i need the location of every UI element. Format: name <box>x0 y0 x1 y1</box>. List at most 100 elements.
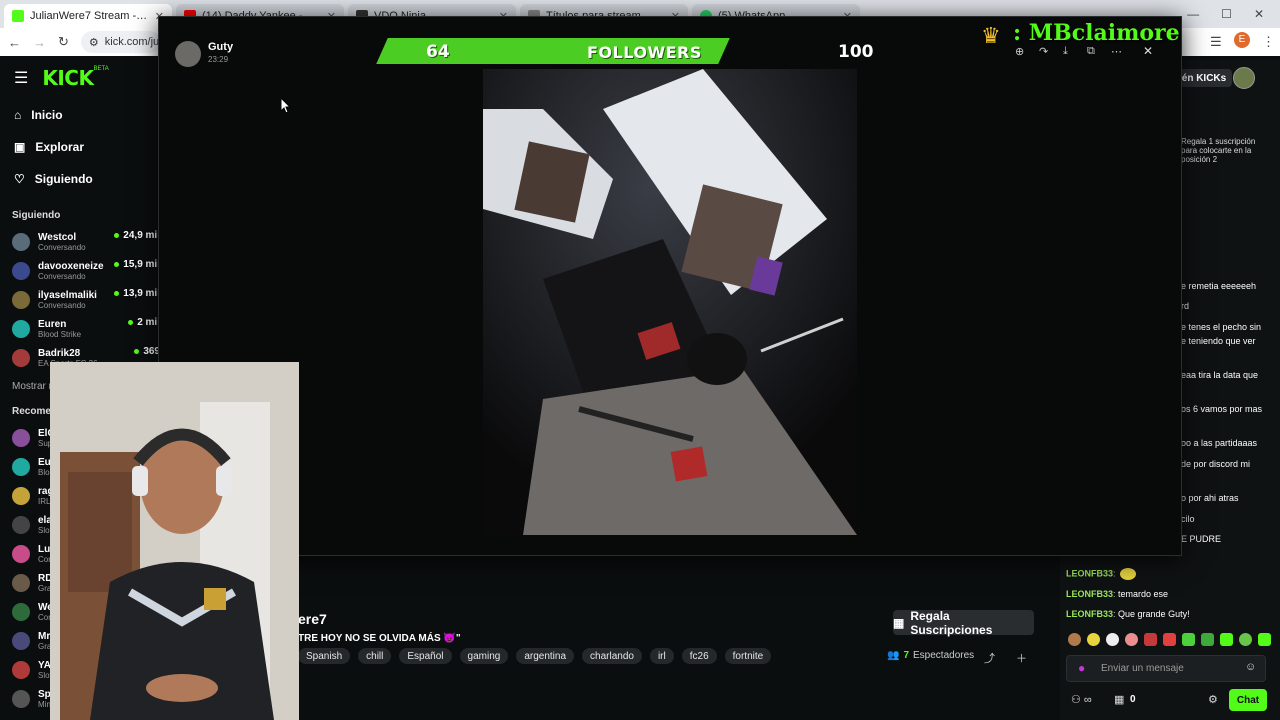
emote-icon[interactable] <box>1106 633 1119 646</box>
avatar <box>12 291 30 309</box>
chat-message-input[interactable]: Enviar un mensaje <box>1066 655 1266 682</box>
hamburger-menu-icon[interactable]: ☰ <box>14 68 28 88</box>
explore-icon: ▣ <box>14 140 26 154</box>
tag[interactable]: Spanish <box>298 648 351 664</box>
emote-icon[interactable] <box>1182 633 1195 646</box>
reload-icon[interactable]: ↻ <box>58 34 69 50</box>
author-avatar[interactable] <box>175 41 201 67</box>
chat-fragment: de por discord mi <box>1181 459 1251 469</box>
emote-icon[interactable] <box>1125 633 1138 646</box>
tag[interactable]: Español <box>399 648 452 664</box>
download-icon[interactable]: ⤓ <box>1063 45 1068 58</box>
share-icon[interactable]: ⤴ <box>984 650 995 666</box>
zoom-in-icon[interactable]: ⊕ <box>1015 45 1024 58</box>
story-author[interactable]: Guty <box>208 41 233 53</box>
top-supporter-name: : MBclaimore <box>1013 20 1180 46</box>
points-count: 0 <box>1130 694 1136 705</box>
send-chat-button[interactable]: Chat <box>1229 689 1267 711</box>
story-photo <box>483 69 857 535</box>
tag[interactable]: irl <box>649 648 674 664</box>
avatar <box>12 661 30 679</box>
menu-icon[interactable]: ⋮ <box>1262 34 1275 50</box>
chat-fragment: os 6 vamos por mas <box>1181 404 1263 414</box>
screen: JulianWere7 Stream - Watch Li ✕ (14) Dad… <box>0 0 1280 720</box>
kick-logo[interactable]: KICKBETA <box>42 66 108 90</box>
user-avatar[interactable] <box>1233 67 1255 89</box>
followers-goal: 100 <box>838 42 874 62</box>
url-field[interactable]: ⚙ kick.com/juli <box>80 31 161 53</box>
browser-tab-kick[interactable]: JulianWere7 Stream - Watch Li ✕ <box>4 4 172 28</box>
rotate-icon[interactable]: ↷ <box>1039 45 1048 58</box>
emote-icon[interactable] <box>1258 633 1271 646</box>
tag[interactable]: fortnite <box>724 648 772 664</box>
more-options-icon[interactable]: ⋯ <box>1111 45 1122 58</box>
chat-fragment: oo a las partidaaas <box>1181 438 1258 448</box>
chat-fragment: e tenes el pecho sin <box>1181 322 1262 332</box>
emote-icon[interactable] <box>1163 633 1176 646</box>
profile-icon[interactable]: E <box>1234 32 1250 48</box>
extensions-icon[interactable]: ☰ <box>1210 34 1222 50</box>
chat-fragment: eaa tira la data que <box>1181 370 1259 380</box>
chat-message: LEONFB33: temardo ese <box>1066 589 1169 599</box>
emoji-icon[interactable]: ☺ <box>1245 661 1256 673</box>
channel-name-heading: ere7 <box>298 611 327 627</box>
avatar <box>12 690 30 708</box>
tag[interactable]: charlando <box>582 648 642 664</box>
emote-icon[interactable] <box>1239 633 1252 646</box>
viewer-count: 13,9 mil <box>114 288 160 299</box>
following-item-westcol[interactable]: Westcol Conversando 24,9 mil <box>12 228 160 256</box>
nav-explore[interactable]: ▣ Explorar <box>14 140 84 154</box>
tag[interactable]: gaming <box>459 648 509 664</box>
gift-icon[interactable]: ▦ <box>1114 693 1124 706</box>
mic-icon[interactable]: ● <box>1078 661 1085 675</box>
channel-category: Conversando <box>38 300 86 310</box>
emote-icon[interactable] <box>1201 633 1214 646</box>
avatar <box>12 487 30 505</box>
heart-icon: ♡ <box>14 172 25 186</box>
back-icon[interactable]: ← <box>8 35 21 50</box>
window-controls: — ☐ ✕ <box>1187 0 1280 28</box>
nav-following[interactable]: ♡ Siguiendo <box>14 172 93 186</box>
minimize-icon[interactable]: — <box>1187 7 1199 21</box>
channel-category: Conversando <box>38 271 86 281</box>
follow-user-icon[interactable]: ＋ <box>1016 650 1027 666</box>
avatar <box>12 458 30 476</box>
chat-username[interactable]: LEONFB33 <box>1066 609 1113 619</box>
viewer-count: 24,9 mil <box>114 230 160 241</box>
following-item-davooxeneize[interactable]: davooxeneize Conversando 15,9 mil <box>12 257 160 285</box>
channel-name: davooxeneize <box>38 260 104 272</box>
viewers-indicator: 👥 7 Espectadores <box>887 650 974 661</box>
chat-fragment: o por ahi atras <box>1181 493 1239 503</box>
open-external-icon[interactable]: ⧉ <box>1087 45 1095 58</box>
close-modal-icon[interactable]: ✕ <box>1143 44 1153 58</box>
channel-name: Westcol <box>38 231 77 243</box>
emote-bar <box>1068 633 1271 646</box>
forward-icon[interactable]: → <box>33 35 46 50</box>
viewer-count: 15,9 mil <box>114 259 160 270</box>
emote-icon[interactable] <box>1144 633 1157 646</box>
emote-icon[interactable] <box>1087 633 1100 646</box>
maximize-icon[interactable]: ☐ <box>1221 7 1232 21</box>
tag[interactable]: chill <box>358 648 392 664</box>
close-window-icon[interactable]: ✕ <box>1254 7 1264 21</box>
kicks-button[interactable]: én KICKs <box>1176 69 1232 87</box>
story-modal: Guty 23:29 ⊕ ↷ ⤓ ⧉ ⋯ ✕ <box>158 16 1182 556</box>
chat-username[interactable]: LEONFB33 <box>1066 568 1113 578</box>
chat-fragment: E PUDRE <box>1181 534 1222 544</box>
gift-subscriptions-button[interactable]: ▦ Regala Suscripciones <box>893 609 1034 637</box>
avatar <box>12 574 30 592</box>
tag[interactable]: fc26 <box>681 648 717 664</box>
tag[interactable]: argentina <box>516 648 575 664</box>
chat-settings-icon[interactable]: ⚙ <box>1208 693 1218 706</box>
kicks-points-icon[interactable]: ⚇ ∞ <box>1071 693 1092 706</box>
chat-username[interactable]: LEONFB33 <box>1066 589 1113 599</box>
emote-icon[interactable] <box>1220 633 1233 646</box>
emote-icon[interactable] <box>1068 633 1081 646</box>
nav-following-label: Siguiendo <box>34 172 93 186</box>
nav-home[interactable]: ⌂ Inicio <box>14 108 63 122</box>
chat-message: LEONFB33: Que grande Guty! <box>1066 609 1190 619</box>
following-item-ilyaselmaliki[interactable]: ilyaselmaliki Conversando 13,9 mil <box>12 286 160 314</box>
chat-message: LEONFB33: <box>1066 568 1137 580</box>
site-info-icon[interactable]: ⚙ <box>89 36 99 49</box>
following-item-euren[interactable]: Euren Blood Strike 2 mil <box>12 315 160 343</box>
